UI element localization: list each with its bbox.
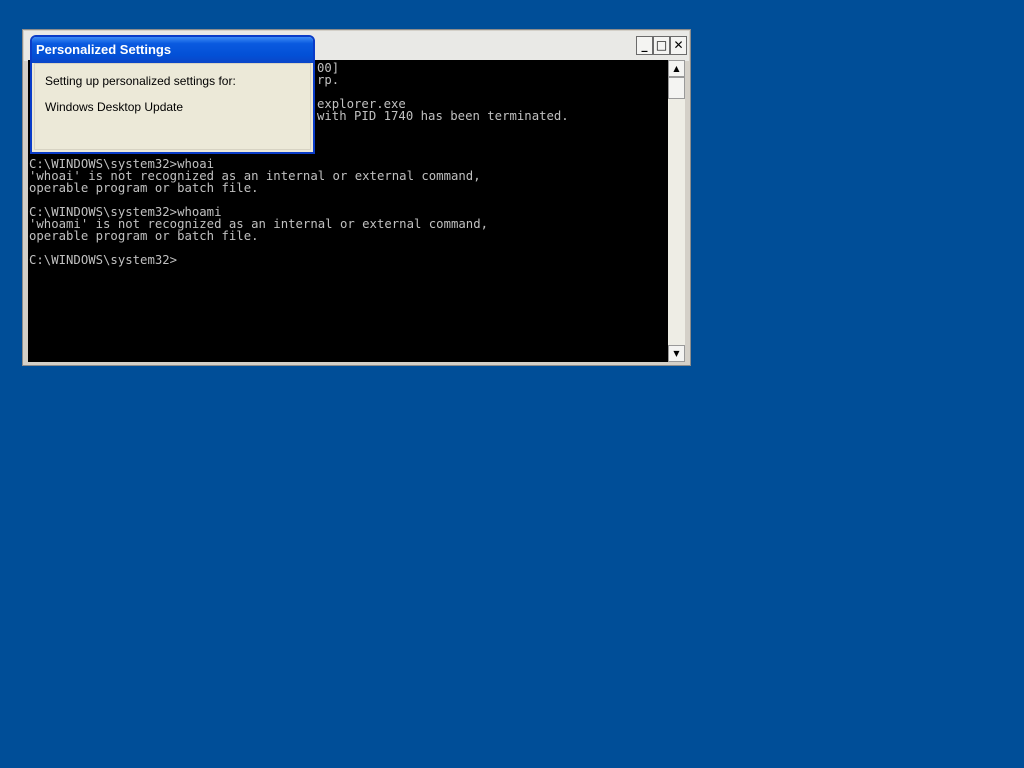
scroll-up-button[interactable]: ▲	[668, 60, 685, 77]
scroll-down-icon: ▼	[673, 349, 680, 358]
dialog-body: Setting up personalized settings for: Wi…	[34, 63, 311, 150]
maximize-button[interactable]: □	[653, 36, 670, 55]
dialog-titlebar[interactable]: Personalized Settings	[32, 37, 313, 63]
close-icon: ✕	[673, 38, 684, 52]
dialog-component-name: Windows Desktop Update	[45, 100, 184, 114]
dialog-message: Setting up personalized settings for:	[45, 74, 236, 88]
minimize-icon: _	[641, 38, 648, 52]
console-partial-line: with PID 1740 has been terminated.	[317, 109, 569, 123]
close-button[interactable]: ✕	[670, 36, 687, 55]
personalized-settings-dialog[interactable]: Personalized Settings Setting up persona…	[30, 35, 315, 154]
scroll-up-icon: ▲	[673, 64, 680, 73]
console-partial-line: rp.	[317, 73, 340, 87]
minimize-button[interactable]: _	[636, 36, 653, 55]
scroll-down-button[interactable]: ▼	[668, 345, 685, 362]
vertical-scrollbar[interactable]: ▲ ▼	[668, 60, 685, 362]
dialog-title: Personalized Settings	[36, 42, 172, 57]
scrollbar-thumb[interactable]	[668, 77, 685, 99]
maximize-icon: □	[655, 38, 668, 52]
